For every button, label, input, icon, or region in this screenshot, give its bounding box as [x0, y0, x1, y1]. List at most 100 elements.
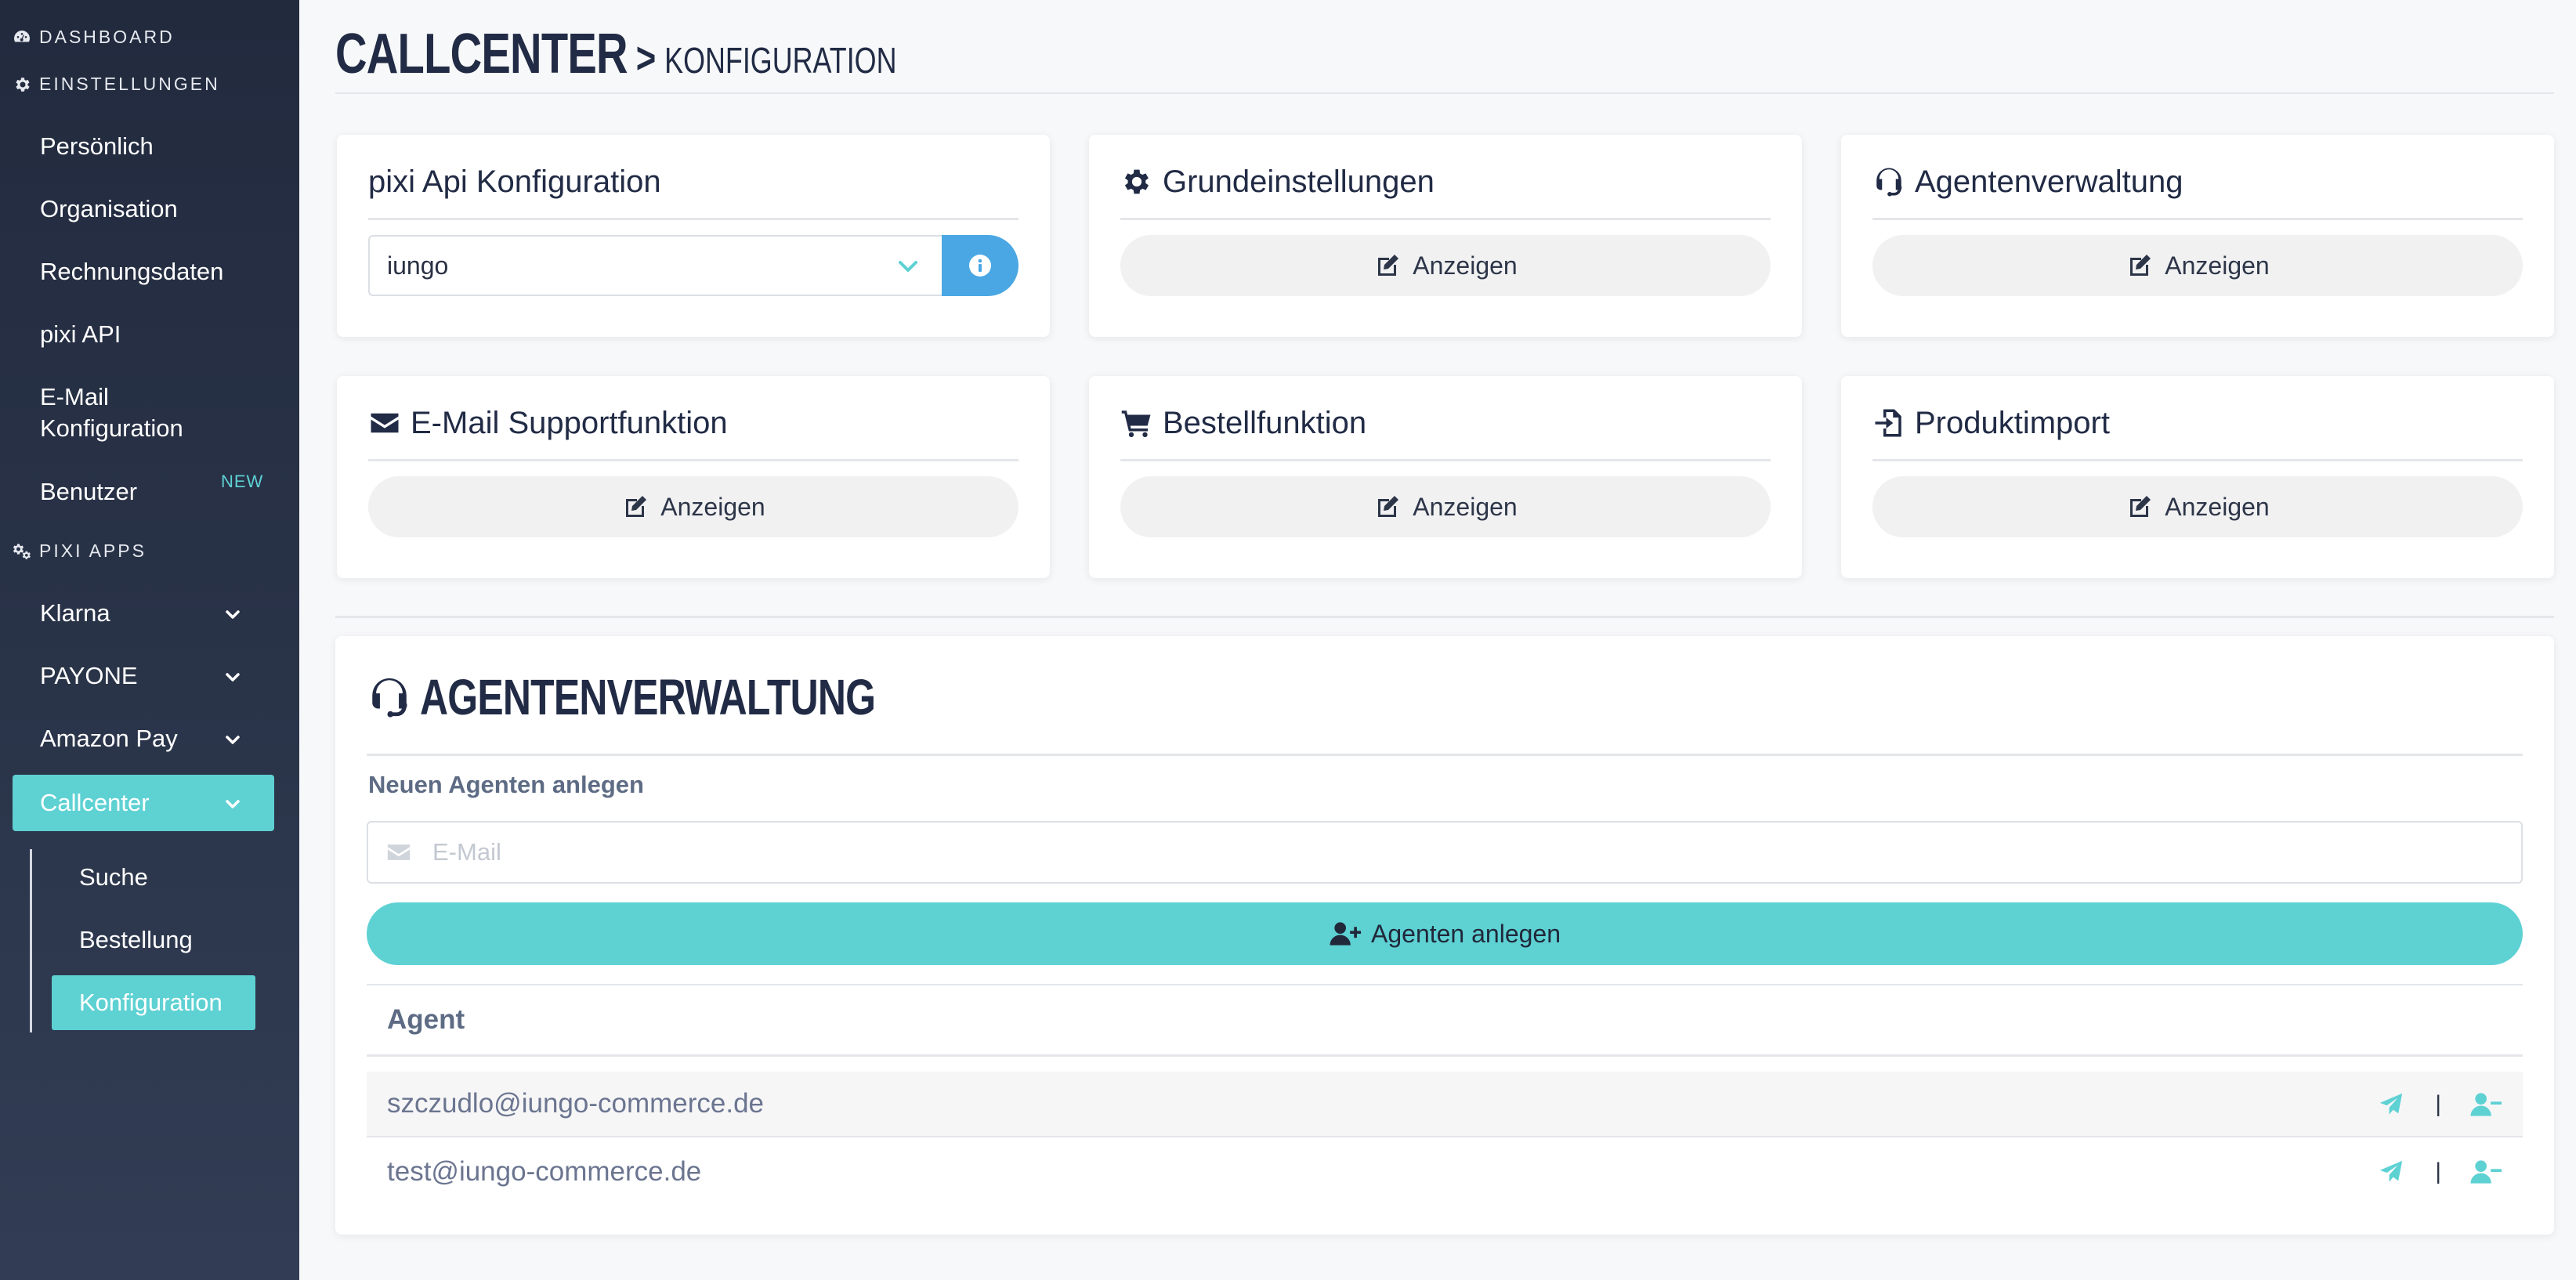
card-title: Grundeinstellungen: [1163, 164, 1435, 199]
sidebar-subitem-bestellung[interactable]: Bestellung: [52, 913, 255, 967]
card-pixi-api: pixi Api Konfiguration iungo: [337, 135, 1050, 337]
sidebar-item-klarna[interactable]: Klarna: [13, 598, 274, 629]
new-agent-label: Neuen Agenten anlegen: [368, 771, 644, 798]
add-agent-button[interactable]: Agenten anlegen: [367, 902, 2523, 965]
sidebar-item-payone[interactable]: PAYONE: [13, 660, 274, 692]
show-button-label: Anzeigen: [1413, 492, 1518, 521]
agent-management-panel: AGENTENVERWALTUNG Neuen Agenten anlegen …: [335, 636, 2554, 1235]
row-actions: |: [2377, 1139, 2504, 1205]
sidebar-subitem-label: Bestellung: [79, 926, 193, 953]
card-header: pixi Api Konfiguration: [368, 161, 1018, 220]
sidebar: DASHBOARD EINSTELLUNGEN Persönlich Organ…: [0, 0, 299, 1280]
chevron-down-icon: [226, 800, 240, 808]
sidebar-item-label: Callcenter: [40, 789, 150, 816]
card-title: Agentenverwaltung: [1915, 164, 2183, 199]
sidebar-item-pixi-api[interactable]: pixi API: [13, 319, 274, 350]
sidebar-item-label: pixi API: [40, 320, 121, 348]
sidebar-item-label: Organisation: [40, 195, 178, 222]
card-header: Agentenverwaltung: [1872, 161, 2523, 220]
title-divider: [335, 92, 2554, 94]
send-icon[interactable]: [2377, 1159, 2405, 1185]
table-header: Agent: [367, 985, 2523, 1057]
action-separator: |: [2435, 1159, 2441, 1184]
sidebar-settings-label: EINSTELLUNGEN: [39, 74, 220, 94]
page-title-main: CALLCENTER: [335, 23, 628, 85]
headset-icon: [372, 678, 407, 718]
dashboard-icon: [14, 30, 30, 42]
api-select-value: iungo: [387, 251, 449, 280]
card-header: Grundeinstellungen: [1120, 161, 1771, 220]
new-badge: NEW: [221, 472, 264, 491]
sidebar-item-label: PAYONE: [40, 662, 138, 689]
table-row: test@iungo-commerce.de |: [367, 1139, 2523, 1205]
email-input[interactable]: [431, 837, 2521, 867]
show-button-label: Anzeigen: [2165, 492, 2270, 521]
sidebar-apps-section: PIXI APPS: [13, 541, 147, 562]
section-divider: [335, 616, 2554, 618]
action-separator: |: [2435, 1091, 2441, 1117]
add-agent-label: Agenten anlegen: [1371, 919, 1561, 948]
agent-email: szczudlo@iungo-commerce.de: [387, 1088, 765, 1119]
sidebar-item-amazon-pay[interactable]: Amazon Pay: [13, 723, 274, 754]
card-header: Produktimport: [1872, 403, 2523, 461]
sidebar-item-persoenlich[interactable]: Persönlich: [13, 131, 274, 162]
show-button[interactable]: Anzeigen: [1120, 235, 1771, 296]
agent-email: test@iungo-commerce.de: [387, 1156, 702, 1187]
user-plus-icon: [1330, 922, 1362, 946]
show-button-label: Anzeigen: [660, 492, 765, 521]
user-minus-icon[interactable]: [2469, 1090, 2504, 1119]
card-header: Bestellfunktion: [1120, 403, 1771, 461]
sidebar-subitem-label: Suche: [79, 863, 148, 891]
show-button-label: Anzeigen: [1413, 251, 1518, 280]
sidebar-item-label: Benutzer: [40, 478, 138, 505]
api-select-group: iungo: [368, 235, 1018, 296]
api-select[interactable]: iungo: [368, 235, 942, 296]
user-minus-icon[interactable]: [2469, 1158, 2504, 1186]
row-actions: |: [2377, 1072, 2504, 1137]
show-button[interactable]: Anzeigen: [368, 476, 1018, 537]
panel-title: AGENTENVERWALTUNG: [420, 669, 876, 725]
sidebar-item-callcenter[interactable]: Callcenter: [13, 775, 274, 831]
chevron-down-icon: [226, 610, 240, 619]
table-row: szczudlo@iungo-commerce.de |: [367, 1072, 2523, 1137]
sidebar-item-organisation[interactable]: Organisation: [13, 193, 274, 225]
breadcrumb-separator: >: [635, 33, 657, 82]
card-email-support: E-Mail Supportfunktion Anzeigen: [337, 376, 1050, 578]
sidebar-dashboard-link[interactable]: DASHBOARD: [13, 27, 175, 48]
sidebar-apps-label: PIXI APPS: [39, 541, 147, 561]
edit-icon: [1378, 496, 1399, 517]
card-title: E-Mail Supportfunktion: [411, 405, 728, 440]
page-title-sub: KONFIGURATION: [664, 40, 897, 81]
headset-icon: [1876, 168, 1902, 197]
sidebar-item-label: Amazon Pay: [40, 725, 178, 752]
submenu-line: [30, 849, 32, 1032]
show-button[interactable]: Anzeigen: [1872, 476, 2523, 537]
file-import-icon: [1875, 409, 1901, 437]
email-field[interactable]: [367, 821, 2523, 884]
page-title: CALLCENTER > KONFIGURATION: [335, 22, 897, 86]
gear-icon: [16, 77, 30, 92]
column-header-agent: Agent: [387, 1004, 465, 1035]
send-icon[interactable]: [2377, 1091, 2405, 1118]
sidebar-item-label: Klarna: [40, 599, 110, 627]
show-button[interactable]: Anzeigen: [1120, 476, 1771, 537]
card-produktimport: Produktimport Anzeigen: [1841, 376, 2554, 578]
show-button[interactable]: Anzeigen: [1872, 235, 2523, 296]
cart-icon: [1121, 410, 1151, 438]
sidebar-dashboard-label: DASHBOARD: [39, 27, 175, 47]
chevron-down-icon: [226, 736, 240, 744]
show-button-label: Anzeigen: [2165, 251, 2270, 280]
sidebar-item-email-konfiguration[interactable]: E-Mail Konfiguration: [13, 381, 216, 444]
sidebar-item-label: E-Mail Konfiguration: [40, 383, 183, 442]
edit-icon: [2130, 255, 2151, 276]
edit-icon: [2130, 496, 2151, 517]
sidebar-subitem-konfiguration[interactable]: Konfiguration: [52, 975, 255, 1030]
sidebar-item-label: Persönlich: [40, 132, 154, 160]
sidebar-subitem-suche[interactable]: Suche: [52, 850, 255, 905]
gear-icon: [1124, 169, 1149, 194]
info-button[interactable]: [942, 235, 1018, 296]
edit-icon: [1378, 255, 1399, 276]
sidebar-item-rechnungsdaten[interactable]: Rechnungsdaten: [13, 256, 274, 287]
gears-icon: [13, 543, 31, 559]
sidebar-item-label: Rechnungsdaten: [40, 258, 224, 285]
